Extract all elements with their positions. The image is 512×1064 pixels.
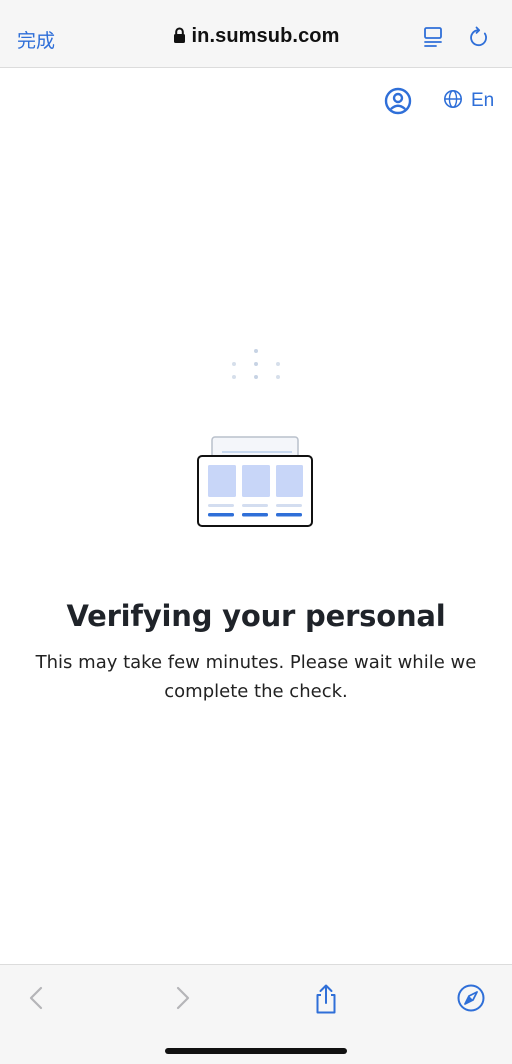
language-selector[interactable]: En bbox=[443, 89, 495, 114]
reload-icon[interactable] bbox=[467, 25, 491, 49]
forward-icon[interactable] bbox=[168, 983, 198, 1013]
globe-icon bbox=[443, 89, 463, 114]
browser-top-bar: 完成 in.sumsub.com bbox=[0, 0, 512, 68]
url-text: in.sumsub.com bbox=[191, 25, 340, 47]
profile-icon[interactable] bbox=[384, 87, 412, 115]
share-icon[interactable] bbox=[311, 983, 341, 1014]
reader-mode-icon[interactable] bbox=[422, 25, 446, 49]
document-verification-illustration bbox=[196, 434, 316, 530]
lock-icon bbox=[173, 27, 186, 50]
home-indicator bbox=[165, 1048, 347, 1054]
back-icon[interactable] bbox=[22, 983, 52, 1013]
loading-spinner-icon bbox=[226, 346, 286, 382]
language-code: En bbox=[471, 90, 495, 111]
page-subtitle: This may take few minutes. Please wait w… bbox=[35, 652, 477, 702]
compass-icon[interactable] bbox=[456, 983, 486, 1013]
page-title: Verifying your personal bbox=[66, 599, 446, 633]
